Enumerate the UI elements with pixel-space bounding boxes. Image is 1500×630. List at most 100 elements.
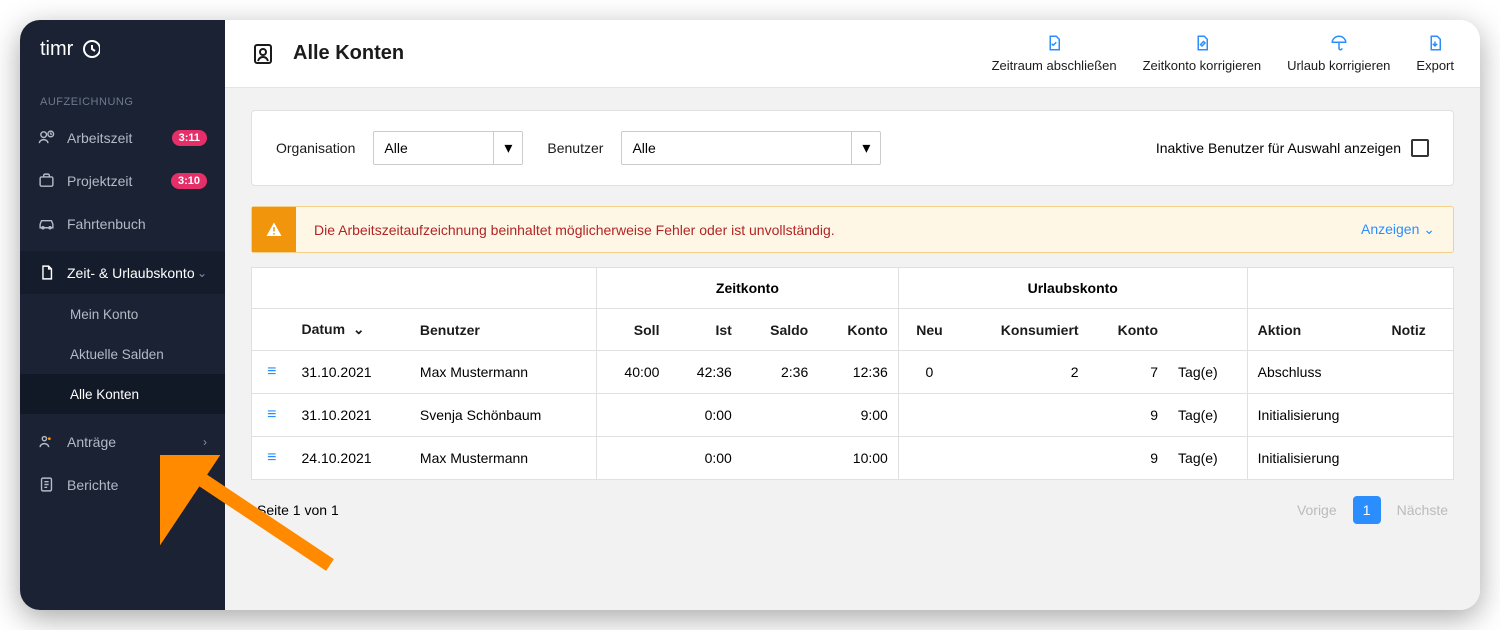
sidebar: timr AUFZEICHNUNG Arbeitszeit 3:11 Proje… (20, 20, 225, 610)
cell-konto: 9:00 (818, 394, 898, 437)
action-urlaub-korrigieren[interactable]: Urlaub korrigieren (1287, 34, 1390, 73)
cell-neu (898, 437, 960, 480)
sidebar-item-label: Arbeitszeit (67, 130, 132, 146)
inactive-users-checkbox[interactable] (1411, 139, 1429, 157)
cell-aktion: Initialisierung (1247, 394, 1381, 437)
cell-saldo (742, 394, 818, 437)
cell-soll (596, 437, 669, 480)
col-notiz[interactable]: Notiz (1382, 309, 1454, 351)
action-zeitkonto-korrigieren[interactable]: Zeitkonto korrigieren (1143, 34, 1262, 73)
cell-unit: Tag(e) (1168, 394, 1247, 437)
col-aktion[interactable]: Aktion (1247, 309, 1381, 351)
cell-benutzer: Max Mustermann (410, 437, 597, 480)
cell-ukonto: 9 (1089, 394, 1168, 437)
warning-text: Die Arbeitszeitaufzeichnung beinhaltet m… (314, 222, 835, 238)
col-neu[interactable]: Neu (898, 309, 960, 351)
sidebar-item-projektzeit[interactable]: Projektzeit 3:10 (20, 159, 225, 202)
chevron-down-icon: ⌄ (1423, 221, 1435, 237)
cell-aktion: Abschluss (1247, 351, 1381, 394)
cell-unit: Tag(e) (1168, 351, 1247, 394)
sidebar-sub-alle-konten[interactable]: Alle Konten (20, 374, 225, 414)
chevron-down-icon: ⌄ (197, 266, 207, 280)
col-saldo[interactable]: Saldo (742, 309, 818, 351)
sidebar-item-fahrtenbuch[interactable]: Fahrtenbuch (20, 202, 225, 245)
col-soll[interactable]: Soll (596, 309, 669, 351)
cell-konto: 10:00 (818, 437, 898, 480)
sidebar-item-arbeitszeit[interactable]: Arbeitszeit 3:11 (20, 116, 225, 159)
sidebar-item-zeit-urlaubskonto[interactable]: Zeit- & Urlaubskonto ⌄ (20, 251, 225, 294)
cell-konto: 12:36 (818, 351, 898, 394)
account-card-icon (251, 42, 275, 66)
pagination: Seite 1 von 1 Vorige 1 Nächste (251, 480, 1454, 540)
action-label: Zeitraum abschließen (992, 58, 1117, 73)
benutzer-dropdown-toggle[interactable]: ▾ (851, 131, 881, 165)
page-number-current[interactable]: 1 (1353, 496, 1381, 524)
accounts-table: Zeitkonto Urlaubskonto Datum ⌄ Benutzer … (251, 267, 1454, 480)
svg-text:timr: timr (40, 38, 74, 60)
cell-datum: 31.10.2021 (292, 394, 410, 437)
car-icon (38, 215, 55, 232)
row-menu-icon[interactable]: ≡ (267, 363, 276, 380)
col-datum[interactable]: Datum ⌄ (292, 309, 410, 351)
sidebar-item-berichte[interactable]: Berichte › (20, 463, 225, 506)
sidebar-sub-aktuelle-salden[interactable]: Aktuelle Salden (20, 334, 225, 374)
cell-notiz (1382, 437, 1454, 480)
cell-datum: 24.10.2021 (292, 437, 410, 480)
row-menu-icon[interactable]: ≡ (267, 406, 276, 423)
cell-datum: 31.10.2021 (292, 351, 410, 394)
sidebar-item-antraege[interactable]: Anträge › (20, 420, 225, 463)
cell-ist: 0:00 (669, 437, 741, 480)
cell-saldo (742, 437, 818, 480)
col-konsumiert[interactable]: Konsumiert (960, 309, 1089, 351)
organisation-dropdown-toggle[interactable]: ▾ (493, 131, 523, 165)
umbrella-icon (1330, 34, 1348, 52)
page-header: Alle Konten Zeitraum abschließen Zeitkon… (225, 20, 1480, 88)
col-ukonto[interactable]: Konto (1089, 309, 1168, 351)
cell-konsumiert: 2 (960, 351, 1089, 394)
prev-page-button[interactable]: Vorige (1297, 502, 1337, 518)
col-ist[interactable]: Ist (669, 309, 741, 351)
action-zeitraum-abschliessen[interactable]: Zeitraum abschließen (992, 34, 1117, 73)
cell-benutzer: Svenja Schönbaum (410, 394, 597, 437)
sort-desc-icon: ⌄ (353, 321, 365, 337)
organisation-select[interactable] (373, 131, 493, 165)
cell-benutzer: Max Mustermann (410, 351, 597, 394)
document-icon (38, 264, 55, 281)
col-benutzer[interactable]: Benutzer (410, 309, 597, 351)
cell-ist: 42:36 (669, 351, 741, 394)
cell-konsumiert (960, 437, 1089, 480)
sidebar-sub-mein-konto[interactable]: Mein Konto (20, 294, 225, 334)
next-page-button[interactable]: Nächste (1397, 502, 1448, 518)
action-label: Export (1416, 58, 1454, 73)
action-export[interactable]: Export (1416, 34, 1454, 73)
section-label: AUFZEICHNUNG (20, 78, 225, 116)
col-konto[interactable]: Konto (818, 309, 898, 351)
users-icon (38, 433, 55, 450)
export-icon (1426, 34, 1444, 52)
cell-ist: 0:00 (669, 394, 741, 437)
warning-banner: Die Arbeitszeitaufzeichnung beinhaltet m… (251, 206, 1454, 253)
inactive-users-label: Inaktive Benutzer für Auswahl anzeigen (1156, 140, 1401, 156)
sidebar-item-label: Anträge (67, 434, 116, 450)
table-row: ≡31.10.2021Max Mustermann40:0042:362:361… (252, 351, 1454, 394)
cell-soll: 40:00 (596, 351, 669, 394)
group-urlaubskonto: Urlaubskonto (898, 268, 1247, 309)
page-status: Seite 1 von 1 (257, 502, 339, 518)
sidebar-item-label: Projektzeit (67, 173, 132, 189)
cell-konsumiert (960, 394, 1089, 437)
cell-unit: Tag(e) (1168, 437, 1247, 480)
row-menu-icon[interactable]: ≡ (267, 449, 276, 466)
logo: timr (20, 20, 225, 78)
page-title: Alle Konten (293, 42, 404, 65)
cell-ukonto: 7 (1089, 351, 1168, 394)
benutzer-select[interactable] (621, 131, 851, 165)
warning-show-link[interactable]: Anzeigen ⌄ (1361, 221, 1435, 238)
cell-notiz (1382, 351, 1454, 394)
benutzer-label: Benutzer (547, 140, 603, 156)
table-row: ≡ 31.10.2021Svenja Schönbaum 0:00 9:00 9Tag(… (252, 394, 1454, 437)
main: Alle Konten Zeitraum abschließen Zeitkon… (225, 20, 1480, 610)
action-label: Urlaub korrigieren (1287, 58, 1390, 73)
filter-panel: Organisation ▾ Benutzer ▾ Inaktive Benut… (251, 110, 1454, 186)
cell-aktion: Initialisierung (1247, 437, 1381, 480)
briefcase-icon (38, 172, 55, 189)
